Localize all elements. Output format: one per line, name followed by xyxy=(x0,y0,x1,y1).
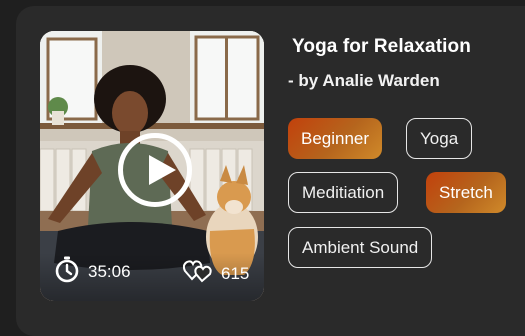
video-meta-bar: 35:06 615 xyxy=(40,253,264,301)
video-thumbnail[interactable]: 35:06 615 xyxy=(40,31,264,301)
tag-beginner[interactable]: Beginner xyxy=(288,118,383,159)
tag-meditiation[interactable]: Meditiation xyxy=(288,172,399,213)
tag-ambient-sound[interactable]: Ambient Sound xyxy=(288,227,433,268)
hearts-icon xyxy=(182,259,213,288)
course-author: - by Analie Warden xyxy=(288,71,440,90)
tag-stretch[interactable]: Stretch xyxy=(426,172,506,213)
course-title: Yoga for Relaxation xyxy=(292,36,471,57)
tag-yoga[interactable]: Yoga xyxy=(406,118,473,159)
duration: 35:06 xyxy=(54,255,131,288)
duration-text: 35:06 xyxy=(88,261,131,281)
stopwatch-icon xyxy=(54,255,80,288)
likes-count: 615 xyxy=(221,263,250,283)
play-button[interactable] xyxy=(118,133,192,207)
likes[interactable]: 615 xyxy=(182,259,250,288)
